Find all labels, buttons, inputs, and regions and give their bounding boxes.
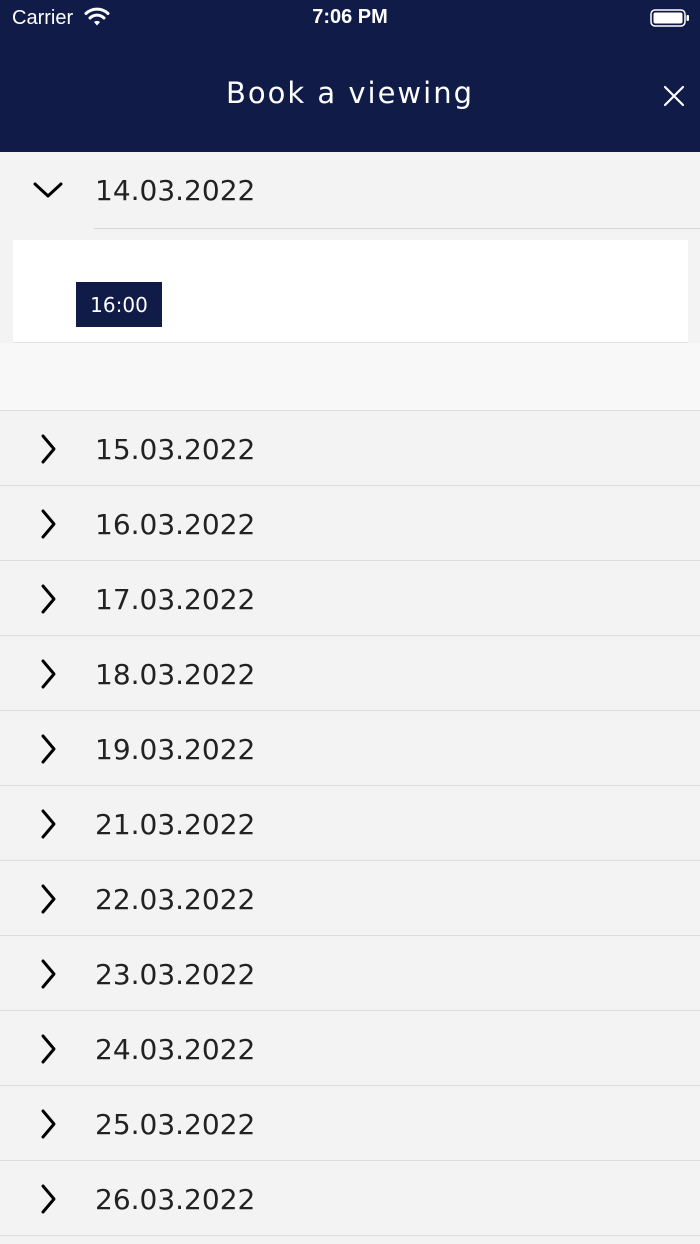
date-label: 17.03.2022 — [95, 583, 256, 616]
chevron-right-icon — [41, 509, 56, 538]
date-label: 21.03.2022 — [95, 808, 256, 841]
date-list: 15.03.2022 16.03.2022 17.03.2022 18.03.2022… — [0, 411, 700, 1236]
date-label: 22.03.2022 — [95, 883, 256, 916]
chevron-right-icon — [41, 659, 56, 688]
date-accordion: 14.03.2022 16:00 15.03.2022 16.03.2022 17.… — [0, 152, 700, 1244]
date-row[interactable]: 22.03.2022 — [0, 861, 700, 936]
date-label: 15.03.2022 — [95, 433, 256, 466]
date-row-expanded[interactable]: 14.03.2022 — [0, 152, 700, 229]
chevron-down-icon — [33, 182, 63, 197]
divider — [94, 228, 700, 229]
chevron-right-icon — [41, 434, 56, 463]
date-row[interactable]: 26.03.2022 — [0, 1161, 700, 1236]
date-label: 14.03.2022 — [95, 174, 256, 207]
time-slot-panel: 16:00 — [13, 240, 688, 343]
date-label: 19.03.2022 — [95, 733, 256, 766]
chevron-right-icon — [41, 1109, 56, 1138]
chevron-right-icon — [41, 584, 56, 613]
date-label: 26.03.2022 — [95, 1183, 256, 1216]
date-row[interactable]: 17.03.2022 — [0, 561, 700, 636]
time-slot-button[interactable]: 16:00 — [76, 282, 162, 327]
date-row[interactable]: 24.03.2022 — [0, 1011, 700, 1086]
date-label: 16.03.2022 — [95, 508, 256, 541]
date-row[interactable]: 15.03.2022 — [0, 411, 700, 486]
date-row[interactable]: 16.03.2022 — [0, 486, 700, 561]
date-label: 23.03.2022 — [95, 958, 256, 991]
status-time: 7:06 PM — [312, 6, 388, 28]
date-row[interactable]: 25.03.2022 — [0, 1086, 700, 1161]
chevron-right-icon — [41, 1034, 56, 1063]
date-row[interactable]: 18.03.2022 — [0, 636, 700, 711]
chevron-right-icon — [41, 734, 56, 763]
navigation-header: Carrier 7:06 PM Book a viewing — [0, 0, 700, 152]
date-row[interactable]: 23.03.2022 — [0, 936, 700, 1011]
battery-icon — [650, 9, 689, 27]
chevron-right-icon — [41, 959, 56, 988]
close-icon — [663, 85, 685, 107]
date-label: 25.03.2022 — [95, 1108, 256, 1141]
page-title: Book a viewing — [225, 76, 474, 110]
close-button[interactable] — [656, 78, 692, 114]
chevron-right-icon — [41, 884, 56, 913]
date-label: 24.03.2022 — [95, 1033, 256, 1066]
chevron-right-icon — [41, 1184, 56, 1213]
status-bar: Carrier 7:06 PM — [0, 0, 700, 40]
chevron-right-icon — [41, 809, 56, 838]
date-label: 18.03.2022 — [95, 658, 256, 691]
panel-spacer — [0, 343, 700, 411]
date-row[interactable]: 19.03.2022 — [0, 711, 700, 786]
date-row[interactable]: 21.03.2022 — [0, 786, 700, 861]
